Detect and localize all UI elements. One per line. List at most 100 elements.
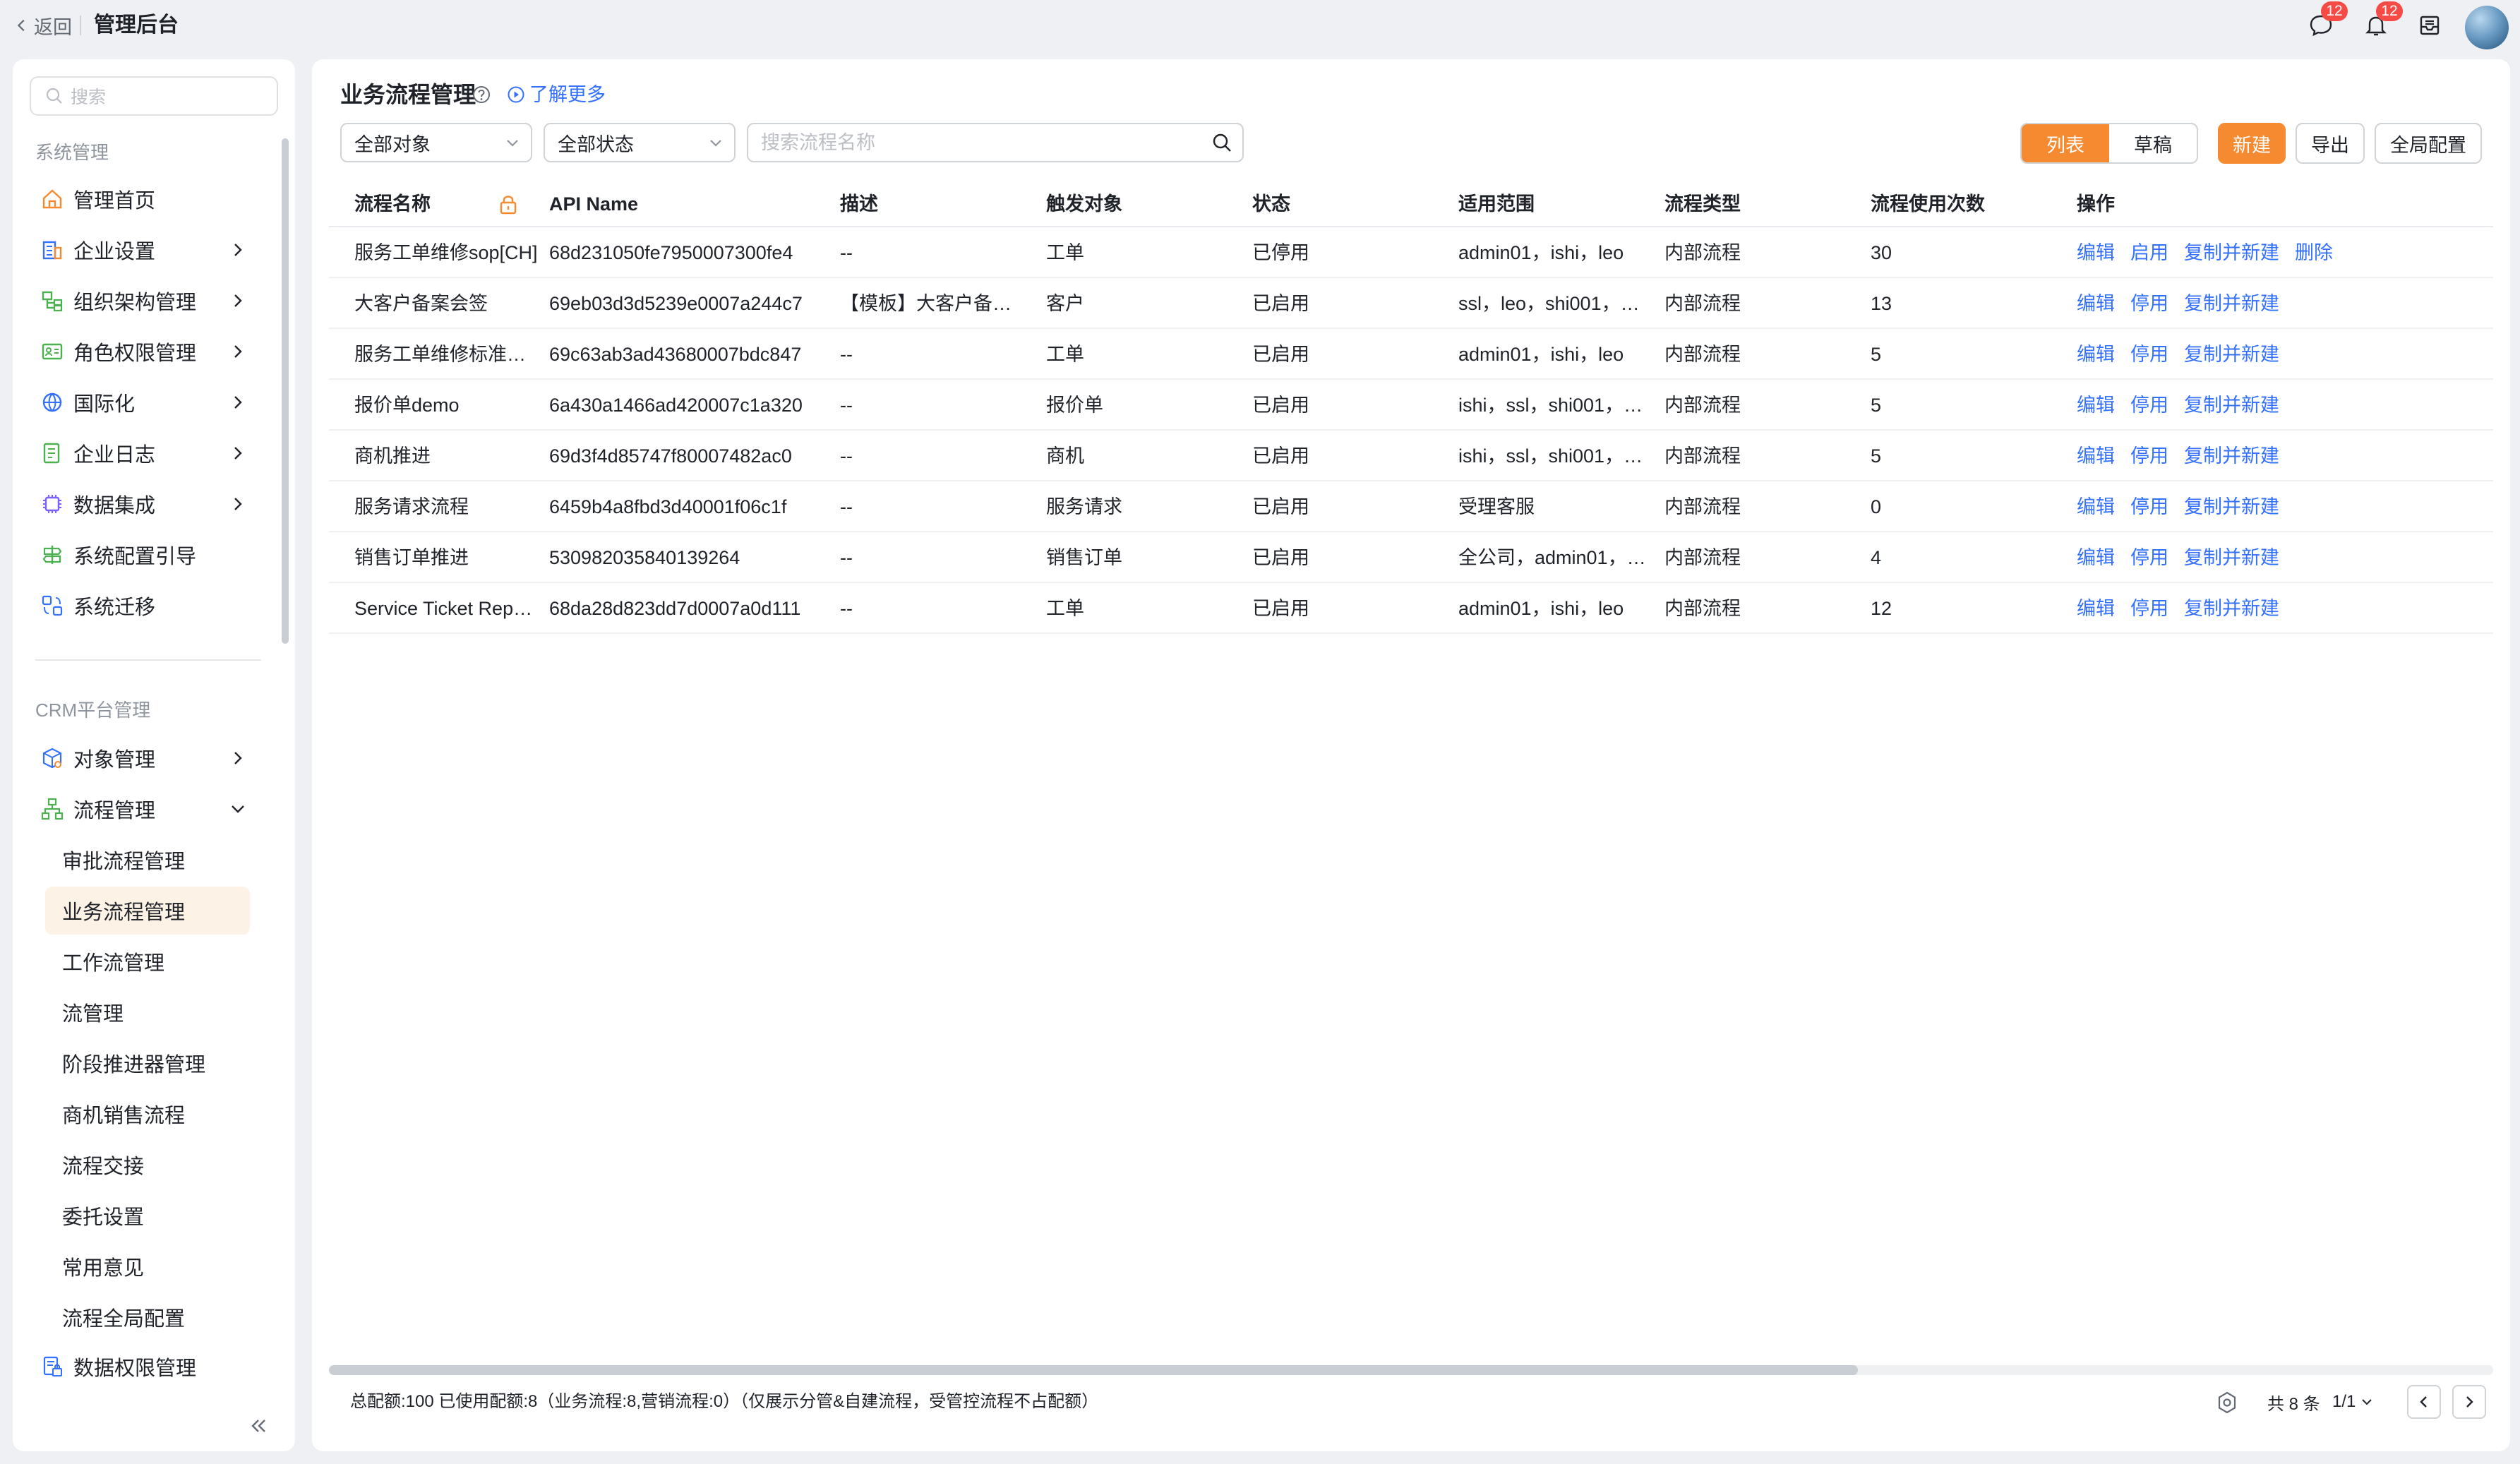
table-row[interactable]: 销售订单推进 530982035840139264 -- 销售订单 已启用 全公司，adm… bbox=[329, 532, 2493, 583]
flow-search-input[interactable] bbox=[761, 131, 1184, 154]
sidebar-item-enterprise-log[interactable]: 企业日志 bbox=[38, 431, 275, 476]
view-draft-tab[interactable]: 草稿 bbox=[2109, 124, 2197, 162]
sidebar-item-i18n[interactable]: 国际化 bbox=[38, 380, 275, 425]
action-link[interactable]: 停用 bbox=[2130, 598, 2168, 619]
table-row[interactable]: Service Ticket Repair : 68da28d823dd7d000… bbox=[329, 583, 2493, 634]
table-row[interactable]: 商机推进 69d3f4d85747f80007482ac0 -- 商机 已启用 ishi，… bbox=[329, 431, 2493, 481]
sidebar-subitem-stage-advancer[interactable]: 阶段推进器管理 bbox=[45, 1039, 250, 1087]
cell-status: 已启用 bbox=[1252, 445, 1309, 467]
action-link[interactable]: 复制并新建 bbox=[2184, 496, 2279, 517]
sidebar-item-org-structure[interactable]: 组织架构管理 bbox=[38, 278, 275, 323]
user-avatar[interactable] bbox=[2465, 6, 2509, 49]
action-link[interactable]: 停用 bbox=[2130, 496, 2168, 517]
cell-name: 报价单demo bbox=[354, 395, 460, 416]
sidebar-subitem-common-opinions[interactable]: 常用意见 bbox=[45, 1242, 250, 1290]
sidebar-subitem-opportunity-sales-flow[interactable]: 商机销售流程 bbox=[45, 1090, 250, 1138]
chevron-right-icon bbox=[234, 244, 242, 256]
chevron-down-icon bbox=[710, 140, 721, 147]
action-link[interactable]: 启用 bbox=[2130, 242, 2168, 263]
action-link[interactable]: 删除 bbox=[2295, 242, 2333, 263]
action-link[interactable]: 停用 bbox=[2130, 395, 2168, 416]
action-link[interactable]: 编辑 bbox=[2077, 395, 2115, 416]
sidebar-item-home[interactable]: 管理首页 bbox=[38, 176, 275, 222]
action-link[interactable]: 复制并新建 bbox=[2184, 598, 2279, 619]
collapse-sidebar-icon[interactable] bbox=[246, 1413, 271, 1439]
cell-flow-type: 内部流程 bbox=[1664, 344, 1741, 365]
sidebar-item-data-permission[interactable]: 数据权限管理 bbox=[38, 1344, 275, 1389]
status-filter-select[interactable]: 全部状态 bbox=[544, 123, 736, 162]
help-icon[interactable] bbox=[472, 85, 491, 104]
page-select[interactable]: 1/1 bbox=[2332, 1388, 2374, 1416]
table-row[interactable]: 大客户备案会签 69eb03d3d5239e0007a244c7 【模板】大客户备…… bbox=[329, 278, 2493, 329]
sidebar-subitem-flow-global-config[interactable]: 流程全局配置 bbox=[45, 1293, 250, 1341]
learn-more-link[interactable]: 了解更多 bbox=[507, 80, 606, 109]
sidebar-subitem-stream[interactable]: 流管理 bbox=[45, 988, 250, 1036]
sidebar-subitem-approval-flow[interactable]: 审批流程管理 bbox=[45, 836, 250, 884]
cell-description: -- bbox=[840, 395, 853, 416]
view-list-tab[interactable]: 列表 bbox=[2022, 124, 2109, 162]
action-link[interactable]: 编辑 bbox=[2077, 598, 2115, 619]
notification-button[interactable]: 12 bbox=[2360, 1, 2403, 41]
action-link[interactable]: 编辑 bbox=[2077, 242, 2115, 263]
cell-actions: 编辑 停用 复制并新建 bbox=[2077, 329, 2472, 380]
next-page-button[interactable] bbox=[2452, 1385, 2486, 1419]
action-link[interactable]: 停用 bbox=[2130, 547, 2168, 568]
lock-icon[interactable] bbox=[498, 193, 518, 215]
action-link[interactable]: 复制并新建 bbox=[2184, 445, 2279, 467]
table-row[interactable]: 服务工单维修sop[CH] 68d231050fe7950007300fe4 -- 工… bbox=[329, 227, 2493, 278]
action-link[interactable]: 编辑 bbox=[2077, 344, 2115, 365]
chevron-down-icon bbox=[2362, 1399, 2372, 1405]
sidebar-subitem-business-flow[interactable]: 业务流程管理 bbox=[45, 887, 250, 935]
action-link[interactable]: 复制并新建 bbox=[2184, 242, 2279, 263]
cell-status: 已停用 bbox=[1252, 242, 1309, 263]
prev-page-button[interactable] bbox=[2407, 1385, 2441, 1419]
export-button[interactable]: 导出 bbox=[2296, 123, 2365, 164]
search-icon[interactable] bbox=[1211, 132, 1232, 153]
sidebar-subitem-workflow[interactable]: 工作流管理 bbox=[45, 937, 250, 985]
sidebar-item-role-permissions[interactable]: 角色权限管理 bbox=[38, 329, 275, 374]
action-link[interactable]: 编辑 bbox=[2077, 547, 2115, 568]
sidebar-subitem-delegation[interactable]: 委托设置 bbox=[45, 1192, 250, 1240]
action-link[interactable]: 编辑 bbox=[2077, 293, 2115, 314]
sidebar-item-config-guide[interactable]: 系统配置引导 bbox=[38, 532, 275, 577]
sidebar-item-object-management[interactable]: 对象管理 bbox=[38, 736, 275, 781]
sidebar-scrollbar[interactable] bbox=[282, 138, 289, 644]
sidebar-item-label: 数据权限管理 bbox=[73, 1357, 197, 1380]
sidebar-item-data-integration[interactable]: 数据集成 bbox=[38, 481, 275, 527]
chip-icon bbox=[38, 490, 66, 518]
action-link[interactable]: 复制并新建 bbox=[2184, 293, 2279, 314]
chat-button[interactable]: 12 bbox=[2305, 1, 2348, 41]
horizontal-scrollbar-thumb[interactable] bbox=[329, 1365, 1858, 1375]
action-link[interactable]: 复制并新建 bbox=[2184, 344, 2279, 365]
settings-icon[interactable] bbox=[2215, 1391, 2239, 1415]
new-button[interactable]: 新建 bbox=[2218, 123, 2286, 164]
action-link[interactable]: 编辑 bbox=[2077, 445, 2115, 467]
quota-note: 总配额:100 已使用配额:8（业务流程:8,营销流程:0）（仅展示分管&自建流… bbox=[350, 1392, 1099, 1411]
action-link[interactable]: 停用 bbox=[2130, 344, 2168, 365]
cell-api-name: 69c63ab3ad43680007bdc847 bbox=[549, 344, 802, 365]
cell-name: Service Ticket Repair : bbox=[354, 598, 541, 619]
sidebar-search-input[interactable]: 搜索 bbox=[30, 76, 278, 116]
global-config-button[interactable]: 全局配置 bbox=[2375, 123, 2482, 164]
horizontal-scrollbar[interactable] bbox=[329, 1365, 2493, 1375]
action-link[interactable]: 复制并新建 bbox=[2184, 395, 2279, 416]
divider bbox=[80, 16, 81, 35]
sidebar-item-flow-management[interactable]: 流程管理 bbox=[38, 786, 275, 832]
action-link[interactable]: 停用 bbox=[2130, 293, 2168, 314]
sidebar-item-enterprise-settings[interactable]: 企业设置 bbox=[38, 227, 275, 272]
table-row[interactable]: 服务请求流程 6459b4a8fbd3d40001f06c1f -- 服务请求 已启用 受… bbox=[329, 481, 2493, 532]
section-title-system: 系统管理 bbox=[35, 142, 109, 163]
action-link[interactable]: 编辑 bbox=[2077, 496, 2115, 517]
table-row[interactable]: 报价单demo 6a430a1466ad420007c1a320 -- 报价单 已启用 i… bbox=[329, 380, 2493, 431]
sidebar-item-system-migration[interactable]: 系统迁移 bbox=[38, 583, 275, 628]
table-row[interactable]: 服务工单维修标准作业 69c63ab3ad43680007bdc847 -- 工单 已启… bbox=[329, 329, 2493, 380]
cell-scope: admin01，ishi，leo bbox=[1458, 344, 1624, 365]
total-count: 共 8 条 bbox=[2267, 1394, 2320, 1414]
back-button[interactable]: 返回 bbox=[14, 11, 72, 40]
object-filter-select[interactable]: 全部对象 bbox=[340, 123, 532, 162]
action-link[interactable]: 复制并新建 bbox=[2184, 547, 2279, 568]
action-link[interactable]: 停用 bbox=[2130, 445, 2168, 467]
sidebar-subitem-flow-handover[interactable]: 流程交接 bbox=[45, 1141, 250, 1189]
cell-usage-count: 12 bbox=[1871, 598, 1892, 619]
inbox-button[interactable] bbox=[2414, 10, 2445, 41]
